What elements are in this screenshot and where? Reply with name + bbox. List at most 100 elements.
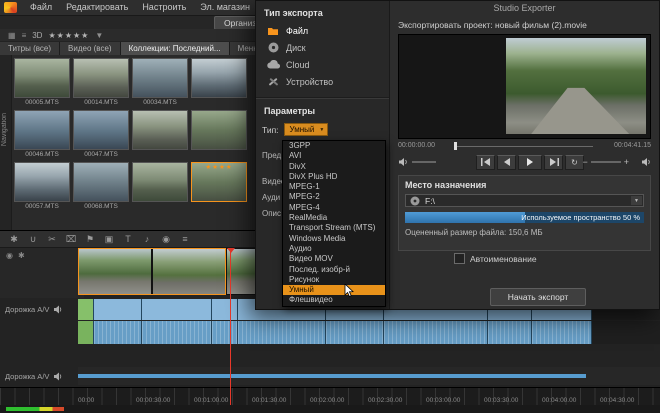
export-type-cloud[interactable]: Cloud [256, 56, 389, 73]
rating-filter[interactable]: ★★★★★ [48, 31, 89, 40]
loop-button[interactable]: ↻ [565, 155, 584, 170]
dropdown-option[interactable]: 3GPP [283, 141, 385, 151]
timeline-audio-clip[interactable] [238, 321, 326, 344]
timeline-audio-clip[interactable] [532, 321, 592, 344]
step-back-button[interactable] [497, 155, 516, 170]
drive-combobox[interactable]: F:\ ▼ [405, 194, 644, 207]
scrubber-handle[interactable] [454, 142, 457, 150]
dropdown-option[interactable]: DivX Plus HD [283, 172, 385, 182]
timeline-audio-clip[interactable] [212, 321, 238, 344]
media-item[interactable] [132, 162, 188, 211]
autoname-checkbox[interactable] [454, 253, 465, 264]
dropdown-option[interactable]: Послед. изобр-й [283, 265, 385, 275]
marker-icon[interactable]: ⚑ [84, 234, 96, 245]
media-item[interactable] [191, 110, 247, 159]
gear-icon[interactable]: ✱ [18, 251, 25, 298]
scrubber-track[interactable] [454, 146, 593, 147]
timeline-audio-clip[interactable] [94, 321, 142, 344]
view-3d-label[interactable]: 3D [32, 31, 42, 40]
tab-titles[interactable]: Титры (все) [0, 42, 59, 55]
speaker-icon[interactable] [398, 157, 408, 167]
volume-slider[interactable] [412, 161, 436, 163]
chevron-down-icon[interactable]: ▼ [631, 196, 642, 205]
dropdown-option[interactable]: Transport Stream (MTS) [283, 223, 385, 233]
menu-store[interactable]: Эл. магазин [193, 0, 257, 15]
camera-icon[interactable]: ▣ [103, 234, 115, 245]
dropdown-option[interactable]: MPEG-4 [283, 203, 385, 213]
timeline-clip[interactable] [142, 299, 212, 320]
video-thumbnail[interactable] [132, 162, 188, 202]
video-thumbnail[interactable] [14, 110, 70, 150]
time-ruler[interactable]: 00:00 00:00:30.00 00:01:00.00 00:01:30.0… [0, 387, 660, 405]
settings-icon[interactable]: ✱ [8, 234, 20, 245]
zoom-slider[interactable] [591, 161, 621, 163]
dropdown-option[interactable]: Аудио [283, 244, 385, 254]
eye-icon[interactable]: ◉ [6, 251, 13, 298]
export-type-device[interactable]: Устройство [256, 73, 389, 90]
navigation-strip[interactable]: Navigation [0, 55, 12, 230]
dropdown-option[interactable]: Видео MOV [283, 254, 385, 264]
media-item-selected[interactable]: ★★★★ [191, 162, 247, 211]
timeline-audio-clip[interactable] [384, 321, 488, 344]
zoom-in-icon[interactable]: + [624, 157, 629, 167]
speaker-icon[interactable] [53, 372, 62, 381]
dropdown-option[interactable]: AVI [283, 151, 385, 161]
tab-collections[interactable]: Коллекции: Последний... [121, 42, 229, 55]
dropdown-option[interactable]: DivX [283, 162, 385, 172]
menu-edit[interactable]: Редактировать [59, 0, 135, 15]
voiceover-icon[interactable]: ◉ [160, 234, 172, 245]
video-thumbnail[interactable] [73, 58, 129, 98]
dropdown-option[interactable]: Флешвидео [283, 295, 385, 305]
list-view-icon[interactable]: ≡ [22, 31, 27, 40]
media-item[interactable] [132, 110, 188, 159]
timeline-clip[interactable] [212, 299, 238, 320]
export-type-disc[interactable]: Диск [256, 39, 389, 56]
video-thumbnail[interactable] [132, 110, 188, 150]
zoom-out-icon[interactable]: − [582, 157, 587, 167]
item-rating-stars[interactable]: ★★★★ [191, 163, 247, 171]
dropdown-option[interactable]: Рисунок [283, 275, 385, 285]
dropdown-option[interactable]: RealMedia [283, 213, 385, 223]
media-item[interactable]: 00068.MTS [73, 162, 129, 211]
title-icon[interactable]: T [122, 234, 134, 244]
dropdown-option[interactable]: Windows Media [283, 234, 385, 244]
speaker-icon[interactable] [641, 157, 651, 167]
media-item[interactable]: 00047.MTS [73, 110, 129, 159]
filter-dropdown-icon[interactable]: ▼ [95, 31, 103, 40]
trash-icon[interactable]: ⌧ [65, 234, 77, 245]
jump-start-button[interactable] [476, 155, 495, 170]
menu-setup[interactable]: Настроить [135, 0, 193, 15]
play-button[interactable] [518, 155, 542, 170]
timeline-clip[interactable] [94, 299, 142, 320]
start-export-button[interactable]: Начать экспорт [490, 288, 586, 306]
timeline-clip[interactable] [78, 374, 586, 378]
timeline-audio-clip[interactable] [142, 321, 212, 344]
audio-icon[interactable]: ♪ [141, 234, 153, 244]
export-type-file[interactable]: Файл [256, 22, 389, 39]
storyboard-clip[interactable] [78, 248, 152, 295]
video-thumbnail[interactable] [191, 110, 247, 150]
storyboard-selection[interactable] [78, 248, 226, 295]
media-item[interactable] [191, 58, 247, 107]
media-item[interactable]: 00005.MTS [14, 58, 70, 107]
video-thumbnail[interactable] [191, 58, 247, 98]
video-thumbnail[interactable]: ★★★★ [191, 162, 247, 202]
media-item[interactable]: 00014.MTS [73, 58, 129, 107]
tab-videos[interactable]: Видео (все) [60, 42, 120, 55]
video-thumbnail[interactable] [14, 58, 70, 98]
magnet-icon[interactable]: ∪ [27, 234, 39, 245]
video-thumbnail[interactable] [73, 162, 129, 202]
menu-file[interactable]: Файл [23, 0, 59, 15]
timeline-audio-clip[interactable] [78, 321, 94, 344]
timeline-audio-clip[interactable] [488, 321, 532, 344]
timeline-audio-clip[interactable] [326, 321, 384, 344]
media-item[interactable]: 00034.MTS [132, 58, 188, 107]
dropdown-option[interactable]: MPEG-2 [283, 192, 385, 202]
dropdown-option-selected[interactable]: Умный [283, 285, 385, 295]
grid-view-icon[interactable]: ▦ [8, 31, 16, 40]
mixer-icon[interactable]: ≡ [179, 234, 191, 244]
type-combobox[interactable]: Умный ▼ [284, 123, 329, 136]
speaker-icon[interactable] [53, 305, 62, 314]
dropdown-option[interactable]: MPEG-1 [283, 182, 385, 192]
playhead[interactable] [230, 248, 231, 405]
